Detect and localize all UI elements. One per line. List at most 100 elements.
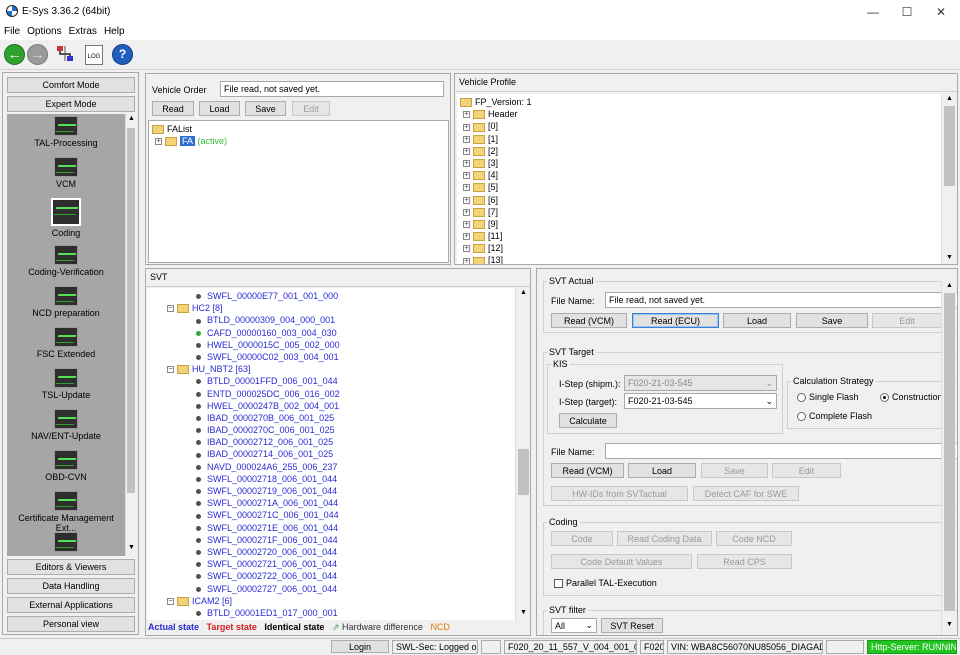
expand-icon[interactable]: + [463,147,470,155]
vp-node[interactable]: + [12] [460,242,532,254]
svt-group-node[interactable]: − ICAM2 [6] [167,595,340,607]
vp-node[interactable]: + Header [460,108,532,120]
expand-icon[interactable]: + [463,245,470,253]
login-button[interactable]: Login [331,640,389,653]
svt-save-button[interactable]: Save [796,313,868,328]
target-read-vcm-button[interactable]: Read (VCM) [551,463,624,478]
expand-icon[interactable]: + [463,172,470,180]
svt-scrollbar[interactable]: ▲ ▼ [515,288,530,620]
vp-node[interactable]: + [0] [460,120,532,132]
vp-node[interactable]: + [11] [460,230,532,242]
target-load-button[interactable]: Load [628,463,696,478]
scroll-thumb[interactable] [944,106,955,186]
comfort-mode-button[interactable]: Comfort Mode [7,77,135,93]
external-applications-button[interactable]: External Applications [7,597,135,613]
svt-leaf-node[interactable]: SWFL_0000271A_006_001_044 [167,497,340,509]
expand-icon[interactable]: + [463,135,470,143]
vp-node[interactable]: + [5] [460,181,532,193]
svt-reset-button[interactable]: SVT Reset [601,618,663,633]
sidebar-item-tal-processing[interactable]: TAL-Processing [7,116,125,148]
scroll-thumb[interactable] [944,293,955,611]
svt-group-node[interactable]: − HU_NBT2 [63] [167,363,340,375]
close-button[interactable]: ✕ [924,0,958,23]
read-coding-data-button[interactable]: Read Coding Data [617,531,712,546]
vo-load-button[interactable]: Load [199,101,240,116]
sidebar-item-coding[interactable]: Coding [7,198,125,238]
svt-leaf-node[interactable]: SWFL_0000271E_006_001_044 [167,522,340,534]
scroll-down-icon[interactable]: ▼ [946,254,953,261]
connect-icon[interactable]: ← [4,44,25,65]
minimize-button[interactable]: — [856,0,890,23]
sidebar-item-tsl-update[interactable]: TSL-Update [7,368,125,400]
sidebar-item-certificate-management[interactable]: Certificate Management Ext... [7,491,125,533]
parallel-tal-checkbox[interactable]: Parallel TAL-Execution [554,578,657,589]
code-button[interactable]: Code [551,531,613,546]
vp-node[interactable]: + [6] [460,194,532,206]
svt-leaf-node[interactable]: SWFL_00002722_006_001_044 [167,570,340,582]
code-ncd-button[interactable]: Code NCD [716,531,792,546]
personal-view-button[interactable]: Personal view [7,616,135,632]
maximize-button[interactable]: ☐ [890,0,924,23]
vp-node[interactable]: + [1] [460,133,532,145]
sidebar-item-obd-cvn[interactable]: OBD-CVN [7,450,125,482]
fa-tree[interactable]: FAList + FA (active) [148,120,449,263]
hw-ids-button[interactable]: HW-IDs from SVTactual [551,486,688,501]
vo-save-button[interactable]: Save [245,101,286,116]
collapse-icon[interactable]: − [167,366,174,374]
svt-read-ecu-button[interactable]: Read (ECU) [632,313,719,328]
radio-complete-flash[interactable]: Complete Flash [797,411,872,422]
vehicle-profile-tree[interactable]: FP_Version: 1 + Header + [0] + [1] + [2] + [3] + [4]… [457,94,956,264]
sidebar-scrollbar[interactable]: ▲ ▼ [125,114,136,556]
svt-leaf-node[interactable]: IBAD_00002712_006_001_025 [167,436,340,448]
vp-scrollbar[interactable]: ▲ ▼ [941,94,956,264]
sidebar-item-more[interactable] [7,532,125,554]
svt-leaf-node[interactable]: HWEL_0000015C_005_002_000 [167,339,340,351]
svt-leaf-node[interactable]: NAVD_000024A6_255_006_237 [167,461,340,473]
tree-node-fa[interactable]: + FA (active) [155,135,227,147]
scroll-thumb[interactable] [518,449,529,495]
svt-leaf-node[interactable]: BTLD_00001FFD_006_001_044 [167,375,340,387]
svt-leaf-node[interactable]: SWFL_00002719_006_001_044 [167,485,340,497]
svt-read-vcm-button[interactable]: Read (VCM) [551,313,627,328]
svt-leaf-node[interactable]: ENTD_000025DC_006_016_002 [167,388,340,400]
menu-extras[interactable]: Extras [65,23,100,37]
svt-leaf-node[interactable]: SWFL_00002727_006_001_044 [167,583,340,595]
radio-construction[interactable]: Construction [880,392,943,403]
disconnect-icon[interactable]: → [27,44,48,65]
scroll-down-icon[interactable]: ▼ [946,621,953,628]
svt-load-button[interactable]: Load [723,313,791,328]
tree-root[interactable]: FAList [152,123,192,135]
target-save-button[interactable]: Save [701,463,768,478]
vp-node[interactable]: + [3] [460,157,532,169]
svt-leaf-node[interactable]: SWFL_0000271F_006_001_044 [167,534,340,546]
vp-node[interactable]: + [7] [460,206,532,218]
expand-icon[interactable]: + [463,196,470,204]
svt-leaf-node[interactable]: SWFL_00002721_006_001_044 [167,558,340,570]
svt-leaf-node[interactable]: BTLD_00001ED1_017_000_001 [167,607,340,619]
expand-icon[interactable]: + [463,221,470,228]
svt-leaf-node[interactable]: HWEL_0000247B_002_004_001 [167,400,340,412]
scroll-up-icon[interactable]: ▲ [946,282,953,289]
svt-target-file-field[interactable] [605,443,957,459]
svt-leaf-node[interactable]: SWFL_0000271C_006_001_044 [167,509,340,521]
detect-caf-button[interactable]: Detect CAF for SWE [693,486,799,501]
vp-node[interactable]: + [9] [460,218,532,230]
expert-mode-button[interactable]: Expert Mode [7,96,135,112]
detail-scrollbar[interactable]: ▲ ▼ [941,281,956,635]
scroll-up-icon[interactable]: ▲ [128,115,135,122]
sidebar-item-fsc-extended[interactable]: FSC Extended [7,327,125,359]
svt-leaf-node[interactable]: IBAD_0000270C_006_001_025 [167,424,340,436]
vp-root[interactable]: FP_Version: 1 [460,96,532,108]
vp-node[interactable]: + [13] [460,254,532,264]
expand-icon[interactable]: + [463,123,470,131]
svt-leaf-node[interactable]: SWFL_00002718_006_001_044 [167,473,340,485]
vp-node[interactable]: + [2] [460,145,532,157]
scroll-down-icon[interactable]: ▼ [128,544,135,551]
svt-tree[interactable]: SWFL_00000E77_001_001_000− HC2 [8] BTLD_00… [147,288,530,620]
read-cps-button[interactable]: Read CPS [697,554,792,569]
svt-actual-file-field[interactable]: File read, not saved yet. [605,292,957,308]
svt-leaf-node[interactable]: BTLD_00000309_004_000_001 [167,314,340,326]
menu-file[interactable]: File [0,23,23,37]
svt-leaf-node[interactable]: IBAD_0000270B_006_001_025 [167,412,340,424]
menu-options[interactable]: Options [23,23,64,37]
